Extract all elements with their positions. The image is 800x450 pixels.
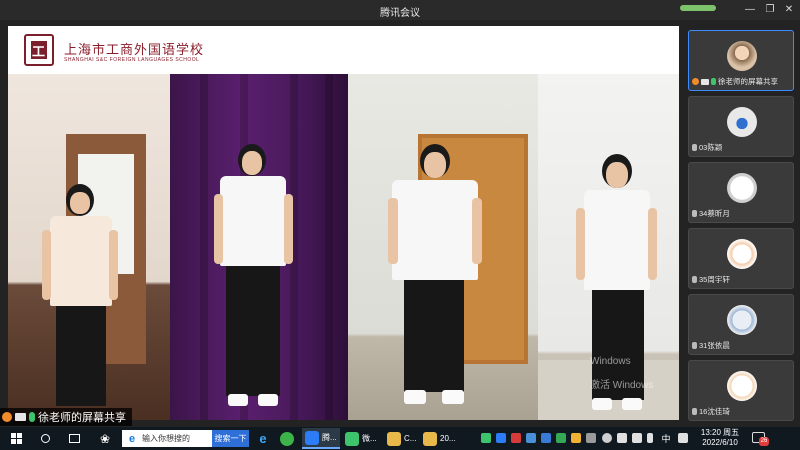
taskbar-app-folder[interactable]: 20... — [420, 428, 459, 449]
mic-icon — [29, 412, 35, 422]
app-label: C... — [404, 434, 417, 443]
participant-tile[interactable]: 徐老师的屏幕共享 — [688, 30, 794, 91]
school-name: 上海市工商外国语学校 — [64, 43, 205, 58]
keyboard-icon[interactable] — [678, 433, 688, 443]
cartoon-face-avatar — [727, 173, 757, 203]
school-header: 上海市工商外国语学校 SHANGHAI S&C FOREIGN LANGUAGE… — [8, 26, 679, 74]
participant-tile[interactable]: 31张依晨 — [688, 294, 794, 355]
battery-icon[interactable] — [647, 433, 653, 443]
school-logo — [24, 34, 54, 66]
network-signal-indicator — [680, 5, 716, 11]
help-tray-icon[interactable] — [602, 433, 612, 443]
wechat-icon — [345, 431, 359, 446]
clock-time: 13:20 周五 — [700, 428, 740, 437]
windows-logo-icon — [10, 433, 22, 444]
participant-name: 徐老师的屏幕共享 — [718, 77, 778, 86]
wifi-icon[interactable] — [617, 433, 627, 443]
taskbar-search-box[interactable]: e 输入你想搜的 — [122, 430, 212, 447]
wechat-tray-icon[interactable] — [481, 433, 491, 443]
mic-icon — [692, 408, 697, 415]
restore-button[interactable]: ❐ — [762, 2, 778, 18]
windows-taskbar: ❀ e 输入你想搜的 搜索一下 e 腾... 微... C... 20... 中… — [0, 427, 800, 450]
taskbar-app-explorer[interactable]: C... — [384, 428, 419, 449]
participant-name: 16沈佳琦 — [699, 407, 730, 416]
search-circle-icon — [40, 434, 50, 443]
video-panel-2 — [170, 74, 348, 420]
app-label: 微... — [362, 434, 377, 443]
shared-screen-view[interactable]: 上海市工商外国语学校 SHANGHAI S&C FOREIGN LANGUAGE… — [8, 26, 679, 420]
edge-icon: e — [259, 431, 267, 446]
search-placeholder: 输入你想搜的 — [142, 434, 190, 443]
task-view-button[interactable] — [60, 427, 88, 450]
participant-list: 徐老师的屏幕共享 03陈颖 34蔡昕月 35周宇轩 31张依晨 16沈佳琦 — [688, 30, 796, 424]
taskbar-app-tencent-meeting[interactable]: 腾... — [302, 428, 340, 449]
sleeping-figure-avatar — [727, 107, 757, 137]
tencent-meeting-icon — [305, 430, 319, 445]
participant-tile[interactable]: 16沈佳琦 — [688, 360, 794, 421]
ime-indicator[interactable]: 中 — [658, 427, 674, 450]
security-tray-icon[interactable] — [511, 433, 521, 443]
green-circle-icon — [280, 431, 294, 446]
folder-icon — [423, 431, 437, 446]
mic-icon — [711, 78, 716, 85]
pinwheel-icon: ❀ — [99, 431, 111, 446]
app-label: 20... — [440, 434, 456, 443]
search-button[interactable] — [32, 427, 58, 450]
video-panel-1 — [8, 74, 170, 420]
close-button[interactable]: ✕ — [781, 2, 797, 18]
bluetooth-tray-icon[interactable] — [586, 433, 596, 443]
school-name-english: SHANGHAI S&C FOREIGN LANGUAGES SCHOOL — [64, 57, 200, 63]
participant-name: 35周宇轩 — [699, 275, 730, 284]
participant-name: 34蔡昕月 — [699, 209, 730, 218]
network-app-tray-icon[interactable] — [541, 433, 551, 443]
participant-tile[interactable]: 03陈颖 — [688, 96, 794, 157]
cloud-tray-icon[interactable] — [571, 433, 581, 443]
presenter-label: 徐老师的屏幕共享 — [0, 408, 132, 426]
ie-browser-icon: e — [128, 432, 136, 445]
host-icon — [692, 78, 699, 85]
app-tray-icon[interactable] — [526, 433, 536, 443]
360-browser-button[interactable] — [276, 427, 298, 450]
screen-share-icon — [15, 413, 26, 421]
participant-name: 03陈颖 — [699, 143, 723, 152]
download-tray-icon[interactable] — [556, 433, 566, 443]
volume-icon[interactable] — [632, 433, 642, 443]
activation-watermark: Windows — [590, 356, 631, 367]
activation-watermark-sub: 激活 Windows — [590, 380, 654, 391]
mic-icon — [692, 144, 697, 151]
app-label: 腾... — [322, 433, 337, 442]
cartoon-cat-avatar — [727, 305, 757, 335]
task-view-icon — [68, 434, 80, 443]
cartoon-panda-avatar — [727, 239, 757, 269]
tencent-meeting-window: 腾讯会议 — ❐ ✕ 上海市工商外国语学校 SHANGHAI S&C FOREI… — [0, 0, 800, 427]
participant-name: 31张依晨 — [699, 341, 730, 350]
system-clock[interactable]: 13:20 周五 2022/6/10 — [694, 428, 746, 448]
start-button[interactable] — [0, 427, 32, 450]
mic-icon — [692, 342, 697, 349]
search-submit-button[interactable]: 搜索一下 — [212, 430, 249, 447]
teacher-avatar — [727, 41, 757, 71]
notification-count-badge: 26 — [759, 437, 769, 446]
mic-icon — [692, 276, 697, 283]
video-panel-4 — [538, 74, 679, 420]
cartoon-dog-avatar — [727, 371, 757, 401]
presenter-name: 徐老师的屏幕共享 — [38, 412, 126, 424]
taskbar-app-wechat[interactable]: 微... — [342, 428, 380, 449]
file-explorer-icon — [387, 431, 401, 446]
participant-tile[interactable]: 35周宇轩 — [688, 228, 794, 289]
video-panel-3 — [348, 74, 538, 420]
edge-browser-button[interactable]: e — [252, 427, 274, 450]
pinwheel-app-button[interactable]: ❀ — [92, 427, 118, 450]
minimize-button[interactable]: — — [742, 2, 758, 18]
host-icon — [2, 412, 12, 422]
title-bar: 腾讯会议 — ❐ ✕ — [0, 0, 800, 20]
mic-icon — [692, 210, 697, 217]
clock-date: 2022/6/10 — [702, 438, 738, 447]
screen-share-icon — [701, 78, 709, 85]
tencent-tray-icon[interactable] — [496, 433, 506, 443]
participant-tile[interactable]: 34蔡昕月 — [688, 162, 794, 223]
